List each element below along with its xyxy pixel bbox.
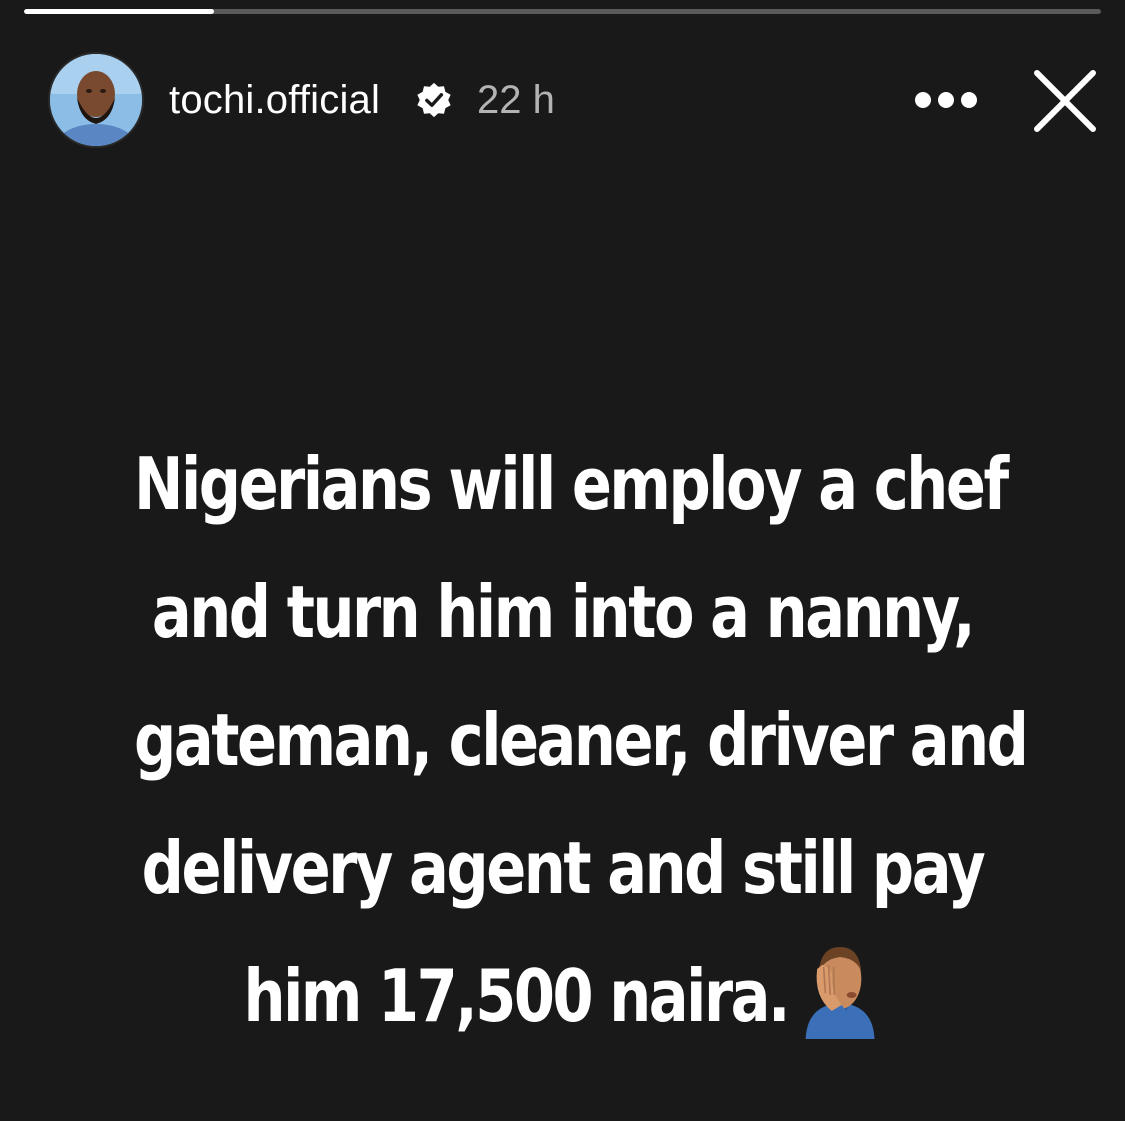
more-dots-icon [915,92,977,108]
username[interactable]: tochi.official [169,74,380,126]
story-text-line: gateman, cleaner, driver and [134,698,1029,782]
close-button[interactable] [1028,64,1102,138]
avatar[interactable] [48,52,144,148]
story-text-line-final: him 17,500 naira. [243,954,791,1038]
story-viewer[interactable]: tochi.official 22 h Nigerians will emplo… [0,0,1125,1121]
close-icon [1034,70,1096,132]
verified-badge-icon [417,82,451,118]
story-header: tochi.official 22 h [0,50,1125,148]
story-progress-bar [24,9,1101,14]
story-progress-fill [24,9,214,14]
story-text-line: delivery agent and still pay [141,826,986,910]
more-options-button[interactable] [904,78,988,122]
story-text-line-last: him 17,500 naira. [134,932,991,1060]
man-facepalming-emoji-icon [806,947,875,1039]
avatar-photo-icon [50,54,142,146]
story-text: Nigerians will employ a chef and turn hi… [134,420,1029,1060]
story-text-line: and turn him into a nanny, [151,570,976,654]
story-text-line: Nigerians will employ a chef [134,442,1009,526]
story-timestamp: 22 h [477,78,555,122]
